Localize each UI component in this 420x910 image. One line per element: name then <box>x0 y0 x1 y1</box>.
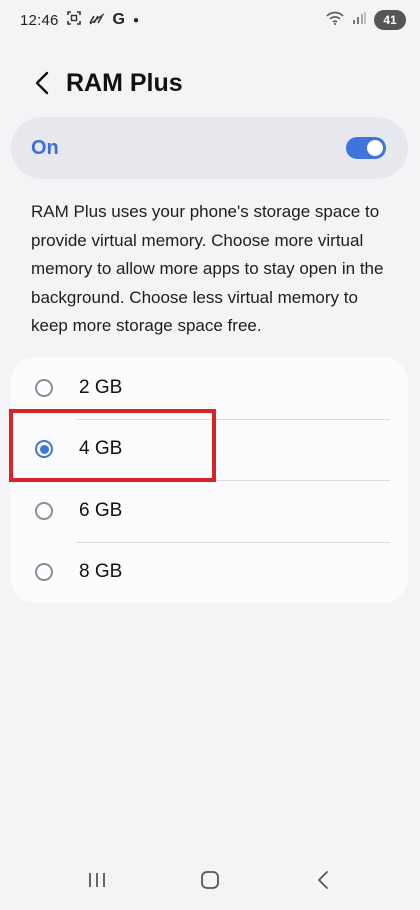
description-text: RAM Plus uses your phone's storage space… <box>31 202 384 335</box>
option-6gb[interactable]: 6 GB <box>11 480 408 542</box>
navigation-bar <box>0 850 420 910</box>
option-8gb[interactable]: 8 GB <box>11 541 408 604</box>
nav-back-button[interactable] <box>293 860 353 900</box>
page-title: RAM Plus <box>66 68 183 97</box>
cell-signal-icon <box>352 11 366 29</box>
chevron-left-icon <box>35 71 49 95</box>
status-bar: 12:46 G ● 41 <box>0 0 420 40</box>
home-button[interactable] <box>180 860 240 900</box>
ram-plus-switch[interactable] <box>346 137 386 159</box>
radio-button[interactable] <box>35 501 53 520</box>
radio-button-selected[interactable] <box>35 440 53 459</box>
memory-options-list: 2 GB 4 GB 6 GB 8 GB <box>11 357 408 603</box>
wifi-icon <box>326 11 344 29</box>
home-icon <box>201 871 219 889</box>
option-4gb[interactable]: 4 GB <box>11 418 408 481</box>
notification-dot-icon: ● <box>133 14 140 26</box>
switch-knob <box>367 140 383 156</box>
back-button[interactable] <box>22 60 62 106</box>
recents-icon <box>88 873 105 887</box>
status-left: 12:46 G ● <box>20 11 139 29</box>
recents-button[interactable] <box>67 860 127 900</box>
screenshot-icon <box>66 11 81 29</box>
ram-plus-toggle-row[interactable]: On <box>11 117 408 179</box>
no-signal-icon <box>88 12 105 29</box>
battery-icon: 41 <box>374 10 406 30</box>
header: RAM Plus <box>0 60 420 106</box>
option-2gb[interactable]: 2 GB <box>11 357 408 419</box>
option-label: 6 GB <box>79 499 123 521</box>
radio-button[interactable] <box>35 563 53 582</box>
status-time: 12:46 <box>20 11 59 29</box>
option-label: 8 GB <box>79 561 123 583</box>
option-label: 2 GB <box>79 376 123 398</box>
back-icon <box>318 871 329 889</box>
status-right: 41 <box>326 10 406 30</box>
toggle-label: On <box>31 136 59 159</box>
option-label: 4 GB <box>79 438 123 460</box>
radio-button[interactable] <box>35 378 53 397</box>
google-icon: G <box>112 11 125 28</box>
